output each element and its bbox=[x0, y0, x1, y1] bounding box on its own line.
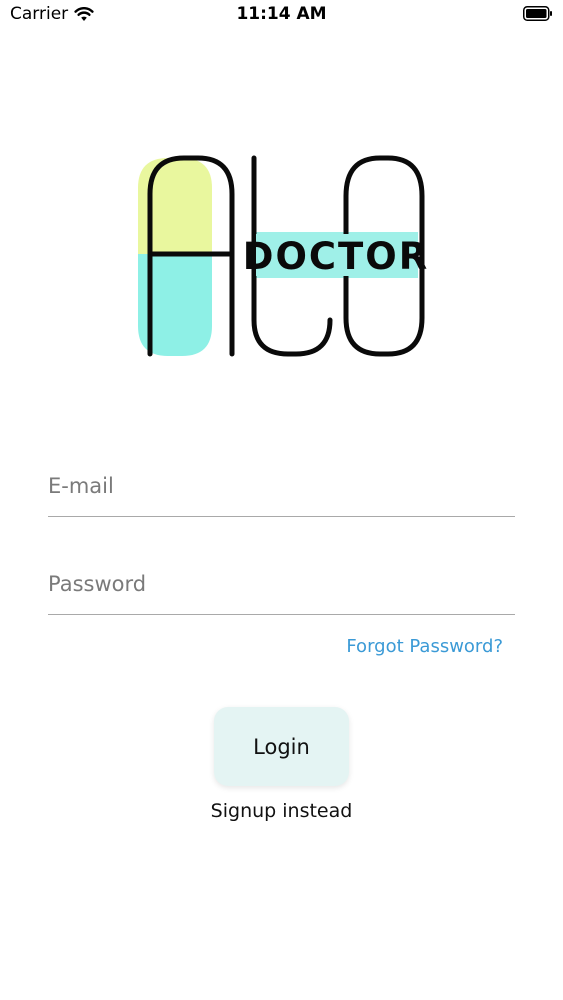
status-bar: Carrier 11:14 AM bbox=[0, 0, 563, 30]
password-field-container bbox=[48, 548, 515, 615]
signup-link[interactable]: Signup instead bbox=[0, 800, 563, 822]
login-button[interactable]: Login bbox=[214, 707, 349, 786]
email-field-container bbox=[48, 450, 515, 517]
logo-word: DOCTOR bbox=[243, 235, 428, 278]
clock: 11:14 AM bbox=[236, 4, 327, 24]
password-input[interactable] bbox=[48, 572, 515, 596]
login-screen: Carrier 11:14 AM DOCTOR E-mail Forgot Pa… bbox=[0, 0, 563, 1000]
app-logo: DOCTOR bbox=[138, 155, 428, 357]
forgot-password-link[interactable]: Forgot Password? bbox=[346, 636, 503, 657]
email-input[interactable] bbox=[48, 474, 515, 498]
battery-icon bbox=[523, 6, 552, 21]
